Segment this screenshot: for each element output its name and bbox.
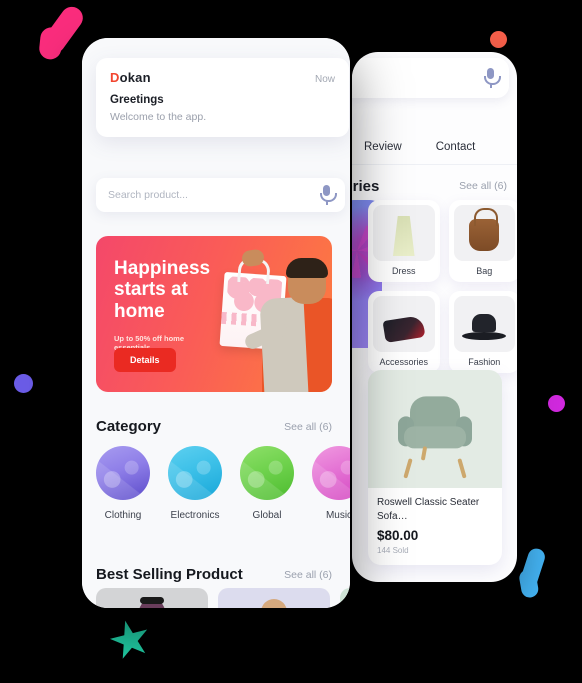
notification-card[interactable]: Dokan Now Greetings Welcome to the app. xyxy=(96,58,349,137)
microphone-icon[interactable] xyxy=(484,68,501,88)
decor-magenta-dot xyxy=(548,395,565,412)
best-selling-list xyxy=(96,588,350,608)
best-selling-card[interactable] xyxy=(340,588,350,608)
back-tab-bar: Review Contact xyxy=(352,130,517,165)
product-card-sofa[interactable]: Roswell Classic Seater Sofa… $80.00 144 … xyxy=(368,370,502,565)
notification-title: Greetings xyxy=(110,94,164,106)
best-selling-card[interactable] xyxy=(96,588,208,608)
product-name: Roswell Classic Seater Sofa… xyxy=(377,497,480,522)
back-category-grid: Dress Bag Accessories Fashion xyxy=(368,200,517,373)
bag-thumbnail xyxy=(453,205,515,261)
best-selling-card[interactable] xyxy=(218,588,330,608)
best-selling-title: Best Selling Product xyxy=(96,566,243,583)
category-card-dress[interactable]: Dress xyxy=(368,200,440,282)
model-hair xyxy=(286,258,328,278)
product-sold-count: 144 Sold xyxy=(377,546,409,555)
brand-initial: D xyxy=(110,70,120,85)
best-selling-header: Best Selling Product See all (6) xyxy=(96,566,332,583)
category-section-header: Category See all (6) xyxy=(96,418,332,435)
global-icon xyxy=(240,446,294,500)
back-categories-header: egories See all (6) xyxy=(352,174,507,198)
best-selling-see-all[interactable]: See all (6) xyxy=(284,569,332,581)
category-item-music[interactable]: Music xyxy=(312,446,350,521)
category-section-title: Category xyxy=(96,418,162,435)
category-card-bag[interactable]: Bag xyxy=(448,200,517,282)
notification-body: Welcome to the app. xyxy=(110,111,207,123)
back-categories-see-all[interactable]: See all (6) xyxy=(459,180,507,192)
brand-rest: okan xyxy=(119,70,151,85)
back-search-bar[interactable] xyxy=(352,58,509,98)
category-list: Clothing Electronics Global Music xyxy=(96,446,350,521)
promo-banner[interactable]: Happiness starts at home Up to 50% off h… xyxy=(96,236,332,392)
search-placeholder: Search product... xyxy=(108,189,188,201)
product-price: $80.00 xyxy=(377,528,419,543)
back-phone-screen: Review Contact egories See all (6) Dress… xyxy=(352,52,517,582)
shoe-thumbnail xyxy=(373,296,435,352)
music-icon xyxy=(312,446,350,500)
category-card-fashion[interactable]: Fashion xyxy=(448,291,517,373)
sunglasses-detail xyxy=(140,597,164,604)
app-brand-name: Dokan xyxy=(110,70,151,85)
dress-thumbnail xyxy=(373,205,435,261)
category-item-global[interactable]: Global xyxy=(240,446,294,521)
decor-blue-banana-shape xyxy=(517,546,548,592)
details-button[interactable]: Details xyxy=(114,348,176,372)
notification-header: Dokan Now xyxy=(110,70,335,85)
category-item-electronics[interactable]: Electronics xyxy=(168,446,222,521)
category-card-accessories[interactable]: Accessories xyxy=(368,291,440,373)
search-input[interactable]: Search product... xyxy=(96,178,345,212)
decor-teal-star xyxy=(106,616,154,664)
decor-pink-banana-shape xyxy=(38,2,88,58)
back-categories-title: egories xyxy=(352,177,380,195)
category-item-label: Clothing xyxy=(104,510,142,521)
clothing-icon xyxy=(96,446,150,500)
decor-purple-dot xyxy=(14,374,33,393)
banner-text-block: Happiness starts at home Up to 50% off h… xyxy=(114,258,222,352)
category-card-label: Bag xyxy=(476,266,493,276)
category-item-label: Electronics xyxy=(170,510,220,521)
microphone-icon[interactable] xyxy=(320,185,337,205)
category-see-all[interactable]: See all (6) xyxy=(284,421,332,433)
tab-review[interactable]: Review xyxy=(364,141,402,153)
electronics-icon xyxy=(168,446,222,500)
category-card-label: Dress xyxy=(391,266,416,276)
hat-thumbnail xyxy=(453,296,515,352)
model-jacket xyxy=(259,296,309,392)
front-phone-mockup: Dokan Now Greetings Welcome to the app. … xyxy=(82,38,350,608)
category-card-label: Accessories xyxy=(379,357,428,367)
notification-timestamp: Now xyxy=(314,74,335,85)
decor-orange-dot xyxy=(490,31,507,48)
category-item-label: Music xyxy=(325,510,350,521)
back-phone-mockup: Review Contact egories See all (6) Dress… xyxy=(352,52,517,582)
product-card-body: Roswell Classic Seater Sofa… $80.00 144 … xyxy=(368,488,502,565)
category-item-label: Global xyxy=(252,510,282,521)
front-phone-screen: Dokan Now Greetings Welcome to the app. … xyxy=(82,38,350,608)
banner-headline: Happiness starts at home xyxy=(114,258,211,322)
category-item-clothing[interactable]: Clothing xyxy=(96,446,150,521)
tab-contact[interactable]: Contact xyxy=(436,141,476,153)
category-card-label: Fashion xyxy=(468,357,501,367)
sofa-product-image xyxy=(368,370,502,488)
